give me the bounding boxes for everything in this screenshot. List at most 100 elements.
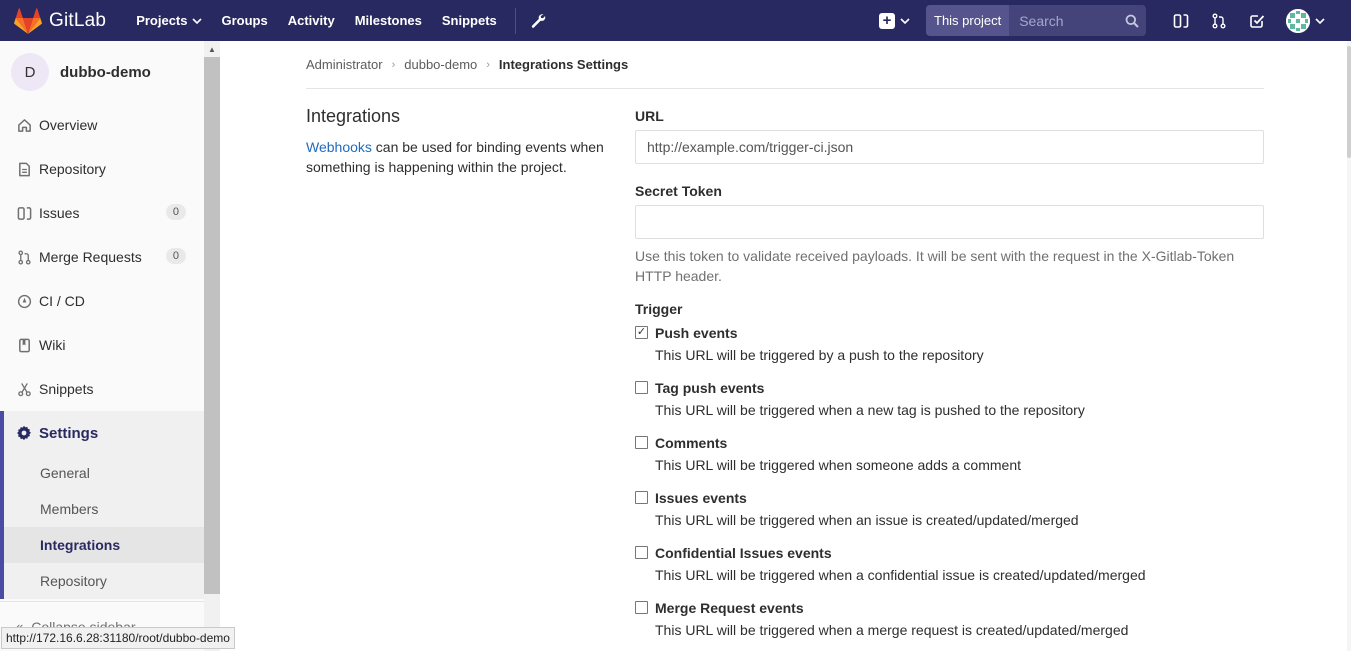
sidebar-item-label: CI / CD: [39, 293, 85, 309]
merge-request-icon: [16, 249, 32, 265]
tag-push-events-title: Tag push events: [655, 379, 765, 396]
nav-projects-label: Projects: [136, 13, 188, 28]
search-box[interactable]: This project Search: [926, 5, 1146, 36]
scroll-up-arrow-icon[interactable]: ▲: [204, 41, 220, 57]
url-input[interactable]: http://example.com/trigger-ci.json: [635, 130, 1264, 164]
sidebar-item-wiki[interactable]: Wiki: [0, 323, 204, 367]
doc-icon: [16, 161, 32, 177]
secret-token-label: Secret Token: [635, 183, 722, 199]
merge-request-events-checkbox[interactable]: [635, 601, 648, 614]
scissors-icon: [16, 381, 32, 397]
sidebar-scrollbar[interactable]: ▲: [204, 41, 220, 651]
issues-icon: [16, 205, 32, 221]
merge-request-events-checkbox-row[interactable]: Merge Request events: [635, 595, 1264, 620]
sidebar-item-overview[interactable]: Overview: [0, 103, 204, 147]
nav-activity[interactable]: Activity: [278, 0, 345, 41]
nav-snippets[interactable]: Snippets: [432, 0, 507, 41]
page-scroll-thumb[interactable]: [1347, 46, 1351, 158]
search-icon: [1118, 14, 1146, 28]
push-events-checkbox-row[interactable]: ✓ Push events: [635, 320, 1264, 345]
push-events-title: Push events: [655, 324, 738, 341]
merge-requests-shortcut[interactable]: [1200, 0, 1238, 41]
merge-request-icon: [1212, 13, 1226, 28]
comments-checkbox-row[interactable]: Comments: [635, 430, 1264, 455]
sidebar-item-snippets[interactable]: Snippets: [0, 367, 204, 411]
webhooks-link[interactable]: Webhooks: [306, 139, 372, 155]
sidebar-scroll-thumb[interactable]: [204, 57, 220, 594]
sidebar-subitem-members[interactable]: Members: [4, 491, 204, 527]
page-title: Integrations: [306, 106, 401, 126]
comments-checkbox[interactable]: [635, 436, 648, 449]
trigger-comments: Comments This URL will be triggered when…: [635, 430, 1264, 485]
comments-title: Comments: [655, 434, 728, 451]
sidebar-project-header[interactable]: D dubbo-demo: [0, 41, 204, 103]
admin-area-link[interactable]: [526, 0, 550, 41]
nav-groups[interactable]: Groups: [212, 0, 278, 41]
nav-divider: [514, 7, 516, 34]
sidebar-item-label: Repository: [39, 161, 106, 177]
tag-push-events-desc: This URL will be triggered when a new ta…: [655, 402, 1085, 418]
user-menu[interactable]: [1286, 8, 1325, 33]
top-navbar: GitLab Projects Groups Activity Mileston…: [0, 0, 1351, 41]
sidebar-item-label: Settings: [39, 424, 99, 442]
issues-shortcut[interactable]: [1162, 0, 1200, 41]
new-dropdown[interactable]: +: [879, 12, 910, 29]
push-events-desc: This URL will be triggered by a push to …: [655, 347, 984, 363]
merge-request-events-title: Merge Request events: [655, 599, 804, 616]
trigger-confidential-issues-events: Confidential Issues events This URL will…: [635, 540, 1264, 595]
issues-events-checkbox-row[interactable]: Issues events: [635, 485, 1264, 510]
confidential-issues-desc: This URL will be triggered when a confid…: [655, 567, 1146, 583]
merge-request-events-desc: This URL will be triggered when a merge …: [655, 622, 1129, 638]
issues-events-checkbox[interactable]: [635, 491, 648, 504]
project-name: dubbo-demo: [60, 63, 151, 81]
confidential-issues-checkbox[interactable]: [635, 546, 648, 559]
comments-desc: This URL will be triggered when someone …: [655, 457, 1021, 473]
nav-projects[interactable]: Projects: [126, 0, 211, 41]
sidebar-item-label: Overview: [39, 117, 98, 133]
tag-push-events-checkbox[interactable]: [635, 381, 648, 394]
todos-shortcut[interactable]: [1238, 0, 1276, 41]
book-icon: [16, 337, 32, 353]
breadcrumb: Administrator › dubbo-demo › Integration…: [306, 41, 1264, 89]
search-scope-badge: This project: [926, 5, 1010, 36]
sidebar-item-merge-requests[interactable]: Merge Requests 0: [0, 235, 204, 279]
sidebar-item-issues[interactable]: Issues 0: [0, 191, 204, 235]
integrations-intro: Integrations Webhooks can be used for bi…: [306, 106, 606, 177]
rocket-icon: [16, 293, 32, 309]
sidebar-item-settings[interactable]: Settings: [0, 411, 204, 455]
wrench-icon: [531, 13, 546, 28]
confidential-issues-checkbox-row[interactable]: Confidential Issues events: [635, 540, 1264, 565]
gitlab-home-link[interactable]: GitLab: [0, 0, 126, 41]
sidebar-item-ci-cd[interactable]: CI / CD: [0, 279, 204, 323]
breadcrumb-admin[interactable]: Administrator: [306, 57, 383, 72]
sidebar-item-label: Snippets: [39, 381, 94, 397]
tag-push-events-checkbox-row[interactable]: Tag push events: [635, 375, 1264, 400]
trigger-push-events: ✓ Push events This URL will be triggered…: [635, 320, 1264, 375]
breadcrumb-project[interactable]: dubbo-demo: [404, 57, 477, 72]
trigger-merge-request-events: Merge Request events This URL will be tr…: [635, 595, 1264, 650]
breadcrumb-current[interactable]: Integrations Settings: [499, 57, 628, 72]
issues-icon: [1173, 13, 1189, 28]
sidebar-subitem-repository[interactable]: Repository: [4, 563, 204, 599]
issues-events-desc: This URL will be triggered when an issue…: [655, 512, 1079, 528]
plus-icon: +: [879, 12, 895, 29]
search-input[interactable]: Search: [1009, 5, 1118, 36]
issues-count-badge: 0: [165, 204, 186, 220]
page-scrollbar[interactable]: [1347, 41, 1351, 651]
issues-events-title: Issues events: [655, 489, 747, 506]
push-events-checkbox[interactable]: ✓: [635, 326, 648, 339]
nav-milestones[interactable]: Milestones: [345, 0, 432, 41]
todo-check-icon: [1250, 14, 1265, 28]
sidebar-item-label: Wiki: [39, 337, 66, 353]
chevron-down-icon: [1315, 17, 1325, 24]
trigger-tag-push-events: Tag push events This URL will be trigger…: [635, 375, 1264, 430]
intro-text: Webhooks can be used for binding events …: [306, 137, 606, 177]
secret-token-input[interactable]: [635, 205, 1264, 239]
sidebar-subitem-integrations[interactable]: Integrations: [4, 527, 204, 563]
sidebar-item-repository[interactable]: Repository: [0, 147, 204, 191]
status-bar-url: http://172.16.6.28:31180/root/dubbo-demo: [1, 627, 235, 649]
sidebar-subitem-general[interactable]: General: [4, 455, 204, 491]
user-avatar: [1286, 8, 1310, 33]
trigger-issues-events: Issues events This URL will be triggered…: [635, 485, 1264, 540]
sidebar-item-label: Issues: [39, 205, 80, 221]
